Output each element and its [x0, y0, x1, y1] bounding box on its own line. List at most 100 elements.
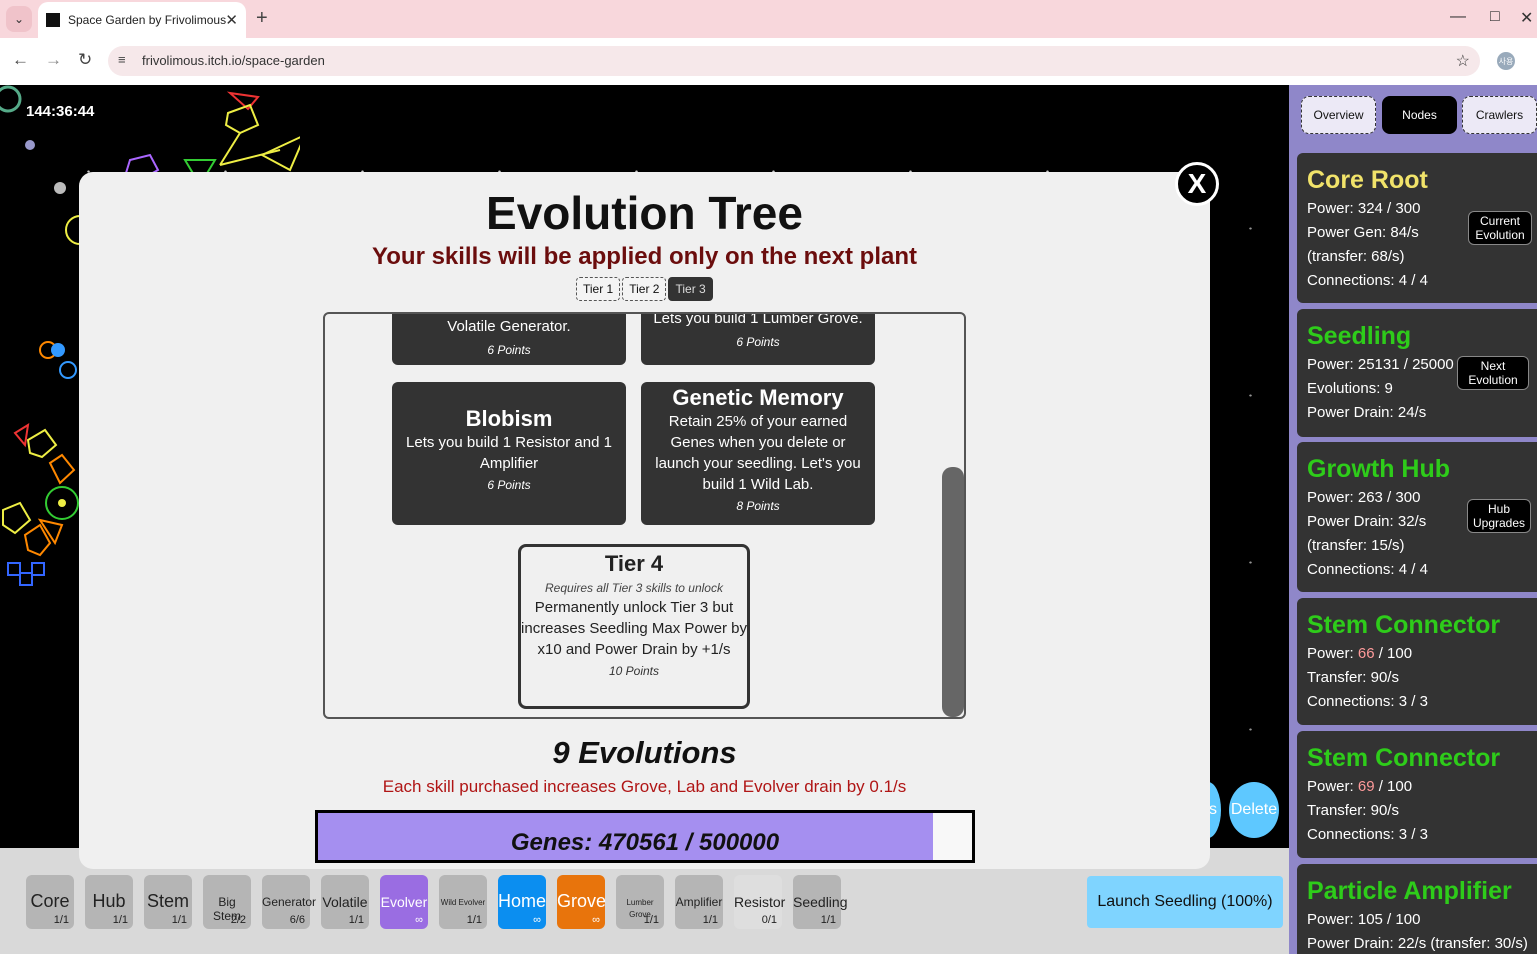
slot-count: ∞ [592, 914, 600, 926]
node-card-core-root[interactable]: Core Root Power: 324 / 300 Power Gen: 84… [1297, 153, 1537, 303]
back-icon[interactable]: ← [12, 50, 29, 70]
node-card-particle-amplifier[interactable]: Particle Amplifier Power: 105 / 100 Powe… [1297, 864, 1537, 954]
build-slot-stem[interactable]: Stem 1/1 [144, 875, 192, 929]
build-slot-core[interactable]: Core 1/1 [26, 875, 74, 929]
reload-icon[interactable]: ↻ [78, 50, 92, 70]
build-slot-home[interactable]: Home ∞ [498, 875, 546, 929]
skill-points: 6 Points [736, 335, 780, 349]
node-stat: Power: 66 / 100 [1307, 642, 1535, 666]
slot-name: Hub [92, 891, 126, 911]
slot-count: 1/1 [348, 914, 364, 926]
slot-name: Evolver [380, 894, 428, 910]
build-slot-lumber-grove[interactable]: Lumber Grove 1/1 [616, 875, 664, 929]
tab-tier-2[interactable]: Tier 2 [622, 277, 667, 301]
skill-desc: Volatile Generator. [447, 318, 571, 335]
slot-count: 1/1 [702, 914, 718, 926]
close-window-icon[interactable]: ✕ [1520, 8, 1533, 28]
tab-crawlers[interactable]: Crawlers [1462, 96, 1537, 134]
slot-name: Resistor [734, 894, 786, 910]
modal-subtitle: Your skills will be applied only on the … [372, 243, 917, 270]
tab-overview[interactable]: Overview [1301, 96, 1376, 134]
skill-desc: Lets you build 1 Lumber Grove. [653, 312, 863, 327]
slot-count: ∞ [533, 914, 541, 926]
chevron-down-icon[interactable]: ⌄ [6, 6, 32, 32]
node-stat: Transfer: 90/s [1307, 669, 1399, 686]
slot-name: Volatile [322, 894, 368, 910]
tier4-points: 10 Points [608, 664, 660, 678]
skill-points: 8 Points [736, 499, 780, 513]
tab-tier-1[interactable]: Tier 1 [576, 277, 621, 301]
current-evolution-button[interactable]: Current Evolution [1468, 211, 1532, 245]
build-slot-volatile[interactable]: Volatile 1/1 [321, 875, 369, 929]
build-slot-hub[interactable]: Hub 1/1 [85, 875, 133, 929]
build-slot-grove[interactable]: Grove ∞ [557, 875, 607, 929]
tab-tier-3[interactable]: Tier 3 [668, 277, 713, 301]
slot-count: 1/1 [643, 914, 659, 926]
build-slot-wild-evolver[interactable]: Wild Evolver 1/1 [439, 875, 487, 929]
close-modal-button[interactable]: X [1175, 162, 1219, 206]
build-slot-seedling[interactable]: Seedling 1/1 [793, 875, 848, 929]
build-slot-resistor[interactable]: Resistor 0/1 [734, 875, 786, 929]
tab-nodes[interactable]: Nodes [1382, 96, 1457, 134]
power-label: Power: [1307, 778, 1358, 795]
build-slot-big-stem[interactable]: Big Stem 2/2 [203, 875, 251, 929]
slot-count: 1/1 [171, 914, 187, 926]
address-bar-row: ← → ↻ ≡ frivolimous.itch.io/space-garden… [0, 38, 1537, 85]
slot-count: 0/1 [761, 914, 777, 926]
build-slot-amplifier[interactable]: Amplifier 1/1 [675, 875, 723, 929]
plus-icon[interactable]: + [256, 7, 268, 30]
hub-upgrades-button[interactable]: Hub Upgrades [1467, 499, 1531, 533]
timer: 144:36:44 [26, 103, 95, 120]
evolutions-count: 9 Evolutions [552, 735, 737, 770]
skill-card[interactable]: Lets you build 1 Lumber Grove. 6 Points [641, 312, 875, 365]
modal-title: Evolution Tree [486, 187, 803, 239]
close-icon[interactable]: ✕ [225, 11, 238, 29]
skill-card-blobism[interactable]: Blobism Lets you build 1 Resistor and 1 … [392, 382, 626, 525]
slot-name: Seedling [793, 894, 848, 910]
minimize-icon[interactable]: — [1450, 8, 1466, 26]
node-name: Growth Hub [1307, 455, 1451, 483]
node-stat: Connections: 4 / 4 [1307, 561, 1428, 578]
maximize-icon[interactable]: □ [1490, 8, 1500, 26]
nodes-panel: Overview Nodes Crawlers Core Root Power:… [1289, 85, 1537, 954]
skill-points: 6 Points [487, 343, 531, 357]
node-stat: Power Drain: 24/s [1307, 404, 1427, 421]
skill-desc: Lets you build 1 Resistor and 1 Amplifie… [406, 434, 612, 472]
scrollbar-thumb[interactable] [942, 467, 964, 717]
skill-card-genetic-memory[interactable]: Genetic Memory Retain 25% of your earned… [641, 382, 875, 525]
launch-seedling-button[interactable]: Launch Seedling (100%) [1087, 876, 1283, 928]
site-info-icon[interactable]: ≡ [118, 52, 126, 67]
node-card-growth-hub[interactable]: Growth Hub Power: 263 / 300 Power Drain:… [1297, 442, 1537, 592]
node-stat: (transfer: 68/s) [1307, 248, 1405, 265]
slot-count: 1/1 [53, 914, 69, 926]
url-field[interactable]: ≡ frivolimous.itch.io/space-garden ☆ [108, 46, 1480, 76]
node-name: Core Root [1307, 166, 1428, 194]
slot-name: Grove [557, 891, 607, 911]
genes-label: Genes: 470561 / 500000 [510, 829, 780, 856]
node-stat: Power Drain: 22/s (transfer: 30/s) [1307, 935, 1528, 952]
profile-avatar[interactable]: 사용 [1497, 52, 1515, 70]
delete-button[interactable]: Delete [1229, 782, 1279, 838]
tier4-card[interactable]: Tier 4 Requires all Tier 3 skills to unl… [518, 544, 750, 709]
slot-name: Generator [262, 895, 317, 909]
node-card-stem-connector[interactable]: Stem Connector Power: 69 / 100 Transfer:… [1297, 731, 1537, 858]
star-icon[interactable]: ☆ [1456, 51, 1470, 71]
power-value: 66 [1357, 645, 1375, 662]
forward-icon[interactable]: → [45, 50, 62, 70]
skills-scroll-area[interactable]: Volatile Generator. 6 Points Lets you bu… [323, 312, 966, 719]
node-name: Seedling [1307, 322, 1412, 350]
node-card-seedling[interactable]: Seedling Power: 25131 / 25000 Evolutions… [1297, 309, 1537, 437]
browser-tab[interactable]: Space Garden by Frivolimous ✕ [38, 2, 246, 38]
node-stat: Connections: 3 / 3 [1307, 826, 1428, 843]
node-card-stem-connector[interactable]: Stem Connector Power: 66 / 100 Transfer:… [1297, 598, 1537, 725]
tier-tabs: Tier 1 Tier 2 Tier 3 [576, 277, 713, 301]
slot-count: ∞ [415, 914, 423, 926]
skill-card[interactable]: Volatile Generator. 6 Points [392, 314, 626, 365]
next-evolution-button[interactable]: Next Evolution [1457, 356, 1529, 390]
tier4-requirement: Requires all Tier 3 skills to unlock [545, 581, 723, 595]
slot-name: Stem [146, 891, 189, 911]
build-slot-evolver[interactable]: Evolver ∞ [380, 875, 428, 929]
build-slot-generator[interactable]: Generator 6/6 [262, 875, 317, 929]
slot-count: 6/6 [289, 914, 305, 926]
slot-name: Wild Evolver [440, 898, 486, 907]
